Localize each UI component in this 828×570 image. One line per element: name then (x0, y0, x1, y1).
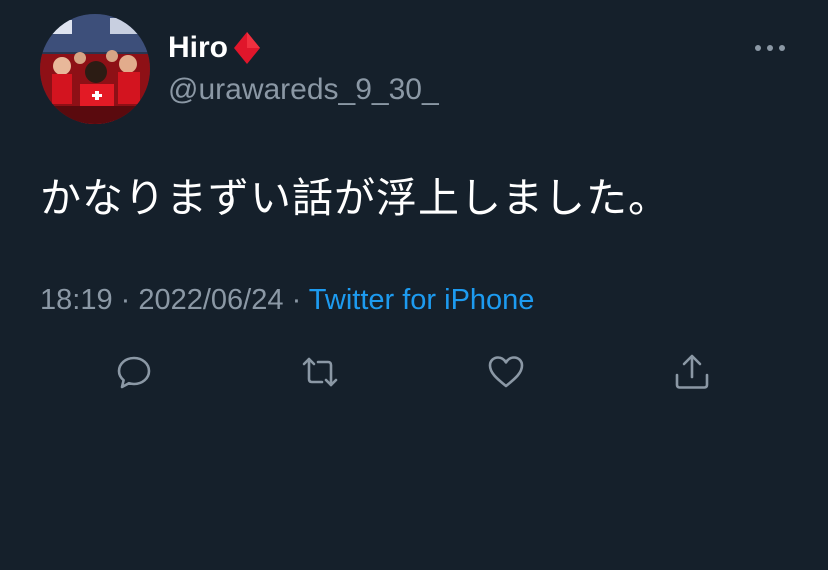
user-handle[interactable]: @urawareds_9_30_ (168, 72, 439, 108)
tweet-text: かなりまずい話が浮上しました。 (40, 174, 670, 222)
tweet-meta: 18:19 · 2022/06/24 · Twitter for iPhone (40, 280, 534, 320)
tweet-time[interactable]: 18:19 (40, 284, 113, 316)
tweet-date[interactable]: 2022/06/24 (138, 284, 283, 316)
retweet-icon[interactable] (300, 352, 340, 392)
like-icon[interactable] (486, 352, 526, 392)
tweet-source-link[interactable]: Twitter for iPhone (309, 284, 535, 316)
reply-icon[interactable] (114, 352, 154, 392)
display-name[interactable]: Hiro (168, 30, 262, 66)
more-options-icon[interactable] (752, 38, 788, 58)
meta-separator: · (112, 284, 139, 316)
share-icon[interactable] (672, 352, 712, 392)
display-name-text: Hiro (168, 31, 228, 64)
red-diamond-icon (232, 30, 262, 66)
avatar[interactable] (40, 14, 150, 124)
meta-separator: · (283, 284, 309, 316)
